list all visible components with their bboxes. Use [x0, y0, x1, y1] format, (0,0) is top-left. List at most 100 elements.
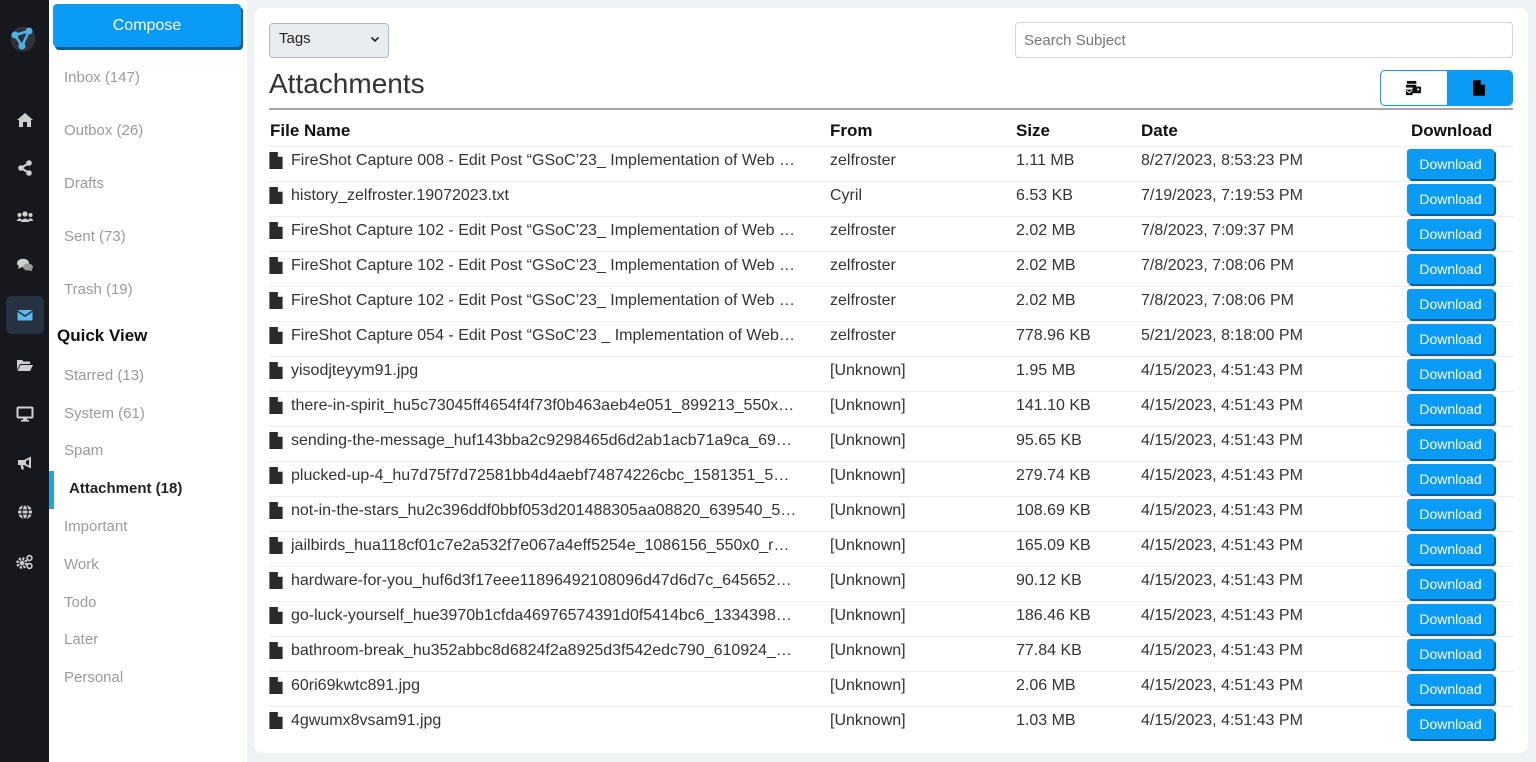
- download-button[interactable]: Download: [1407, 254, 1494, 284]
- table-row[interactable]: hardware-for-you_huf6d3f17eee11896492108…: [269, 566, 1514, 601]
- file-name[interactable]: FireShot Capture 102 - Edit Post “GSoC’2…: [291, 257, 827, 275]
- download-button[interactable]: Download: [1407, 219, 1494, 249]
- file-name[interactable]: 60ri69kwtc891.jpg: [291, 677, 827, 695]
- rail-home[interactable]: [6, 101, 44, 139]
- folder-trash[interactable]: Trash (19): [64, 281, 133, 298]
- rail-settings[interactable]: [6, 543, 44, 581]
- view-toggle: [1380, 70, 1513, 106]
- tags-select[interactable]: Tags: [269, 23, 389, 58]
- download-button[interactable]: Download: [1407, 569, 1494, 599]
- download-button[interactable]: Download: [1407, 709, 1494, 739]
- file-name[interactable]: history_zelfroster.19072023.txt: [291, 187, 827, 205]
- download-button[interactable]: Download: [1407, 604, 1494, 634]
- table-row[interactable]: there-in-spirit_hu5c73045ff4654f4f73f0b4…: [269, 391, 1514, 426]
- table-row[interactable]: 60ri69kwtc891.jpg [Unknown] 2.06 MB 4/15…: [269, 671, 1514, 706]
- sender: zelfroster: [830, 327, 896, 344]
- column-date[interactable]: Date: [1141, 121, 1178, 141]
- quick-view-starred[interactable]: Starred (13): [64, 367, 144, 384]
- rail-mail[interactable]: [6, 296, 44, 334]
- download-button[interactable]: Download: [1407, 359, 1494, 389]
- file-name[interactable]: not-in-the-stars_hu2c396ddf0bbf053d20148…: [291, 502, 827, 520]
- file-name[interactable]: yisodjteyym91.jpg: [291, 362, 827, 380]
- table-row[interactable]: FireShot Capture 054 - Edit Post “GSoC’2…: [269, 321, 1514, 356]
- file-size: 141.10 KB: [1016, 397, 1091, 414]
- file-name[interactable]: there-in-spirit_hu5c73045ff4654f4f73f0b4…: [291, 397, 827, 415]
- column-size[interactable]: Size: [1016, 121, 1050, 141]
- view-mail-button[interactable]: [1381, 71, 1447, 105]
- file-name[interactable]: FireShot Capture 008 - Edit Post “GSoC’2…: [291, 152, 827, 170]
- table-row[interactable]: 4gwumx8vsam91.jpg [Unknown] 1.03 MB 4/15…: [269, 706, 1514, 741]
- quick-view-personal[interactable]: Personal: [64, 669, 123, 686]
- file-name[interactable]: sending-the-message_huf143bba2c9298465d6…: [291, 432, 827, 450]
- rail-users[interactable]: [6, 198, 44, 236]
- rail-folders[interactable]: [6, 346, 44, 384]
- folder-open-icon: [17, 360, 33, 371]
- file-name[interactable]: FireShot Capture 102 - Edit Post “GSoC’2…: [291, 222, 827, 240]
- file-name[interactable]: FireShot Capture 102 - Edit Post “GSoC’2…: [291, 292, 827, 310]
- folder-drafts[interactable]: Drafts: [64, 175, 104, 192]
- compose-button[interactable]: Compose: [53, 4, 241, 47]
- table-row[interactable]: plucked-up-4_hu7d75f7d72581bb4d4aebf7487…: [269, 461, 1514, 496]
- column-from[interactable]: From: [830, 121, 873, 141]
- file-name[interactable]: plucked-up-4_hu7d75f7d72581bb4d4aebf7487…: [291, 467, 827, 485]
- download-button[interactable]: Download: [1407, 674, 1494, 704]
- file-size: 2.02 MB: [1016, 222, 1076, 239]
- rail-announcements[interactable]: [6, 444, 44, 482]
- download-button[interactable]: Download: [1407, 429, 1494, 459]
- app-logo-icon[interactable]: [10, 26, 36, 52]
- quick-view-system[interactable]: System (61): [64, 405, 145, 422]
- folder-outbox[interactable]: Outbox (26): [64, 122, 143, 139]
- file-size: 77.84 KB: [1016, 642, 1082, 659]
- table-row[interactable]: FireShot Capture 102 - Edit Post “GSoC’2…: [269, 251, 1514, 286]
- rail-globe[interactable]: [6, 493, 44, 531]
- search-subject-input[interactable]: [1015, 22, 1513, 58]
- file-date: 4/15/2023, 4:51:43 PM: [1141, 397, 1303, 414]
- file-size: 108.69 KB: [1016, 502, 1091, 519]
- file-name[interactable]: FireShot Capture 054 - Edit Post “GSoC’2…: [291, 327, 827, 345]
- column-file-name[interactable]: File Name: [270, 121, 350, 141]
- quick-view-spam[interactable]: Spam: [64, 442, 103, 459]
- download-button[interactable]: Download: [1407, 324, 1494, 354]
- table-row[interactable]: FireShot Capture 102 - Edit Post “GSoC’2…: [269, 286, 1514, 321]
- download-button[interactable]: Download: [1407, 464, 1494, 494]
- table-row[interactable]: not-in-the-stars_hu2c396ddf0bbf053d20148…: [269, 496, 1514, 531]
- rail-desktop[interactable]: [6, 395, 44, 433]
- rail-share[interactable]: [6, 149, 44, 187]
- envelope-icon: [17, 310, 33, 321]
- cogs-icon: [16, 554, 33, 570]
- download-button[interactable]: Download: [1407, 639, 1494, 669]
- file-name[interactable]: hardware-for-you_huf6d3f17eee11896492108…: [291, 572, 827, 590]
- table-row[interactable]: yisodjteyym91.jpg [Unknown] 1.95 MB 4/15…: [269, 356, 1514, 391]
- quick-view-todo[interactable]: Todo: [64, 594, 97, 611]
- file-name[interactable]: jailbirds_hua118cf01c7e2a532f7e067a4eff5…: [291, 537, 827, 555]
- quick-view-later[interactable]: Later: [64, 631, 98, 648]
- table-row[interactable]: bathroom-break_hu352abbc8d6824f2a8925d3f…: [269, 636, 1514, 671]
- folder-inbox[interactable]: Inbox (147): [64, 69, 140, 86]
- folder-sent[interactable]: Sent (73): [64, 228, 126, 245]
- table-row[interactable]: sending-the-message_huf143bba2c9298465d6…: [269, 426, 1514, 461]
- file-date: 4/15/2023, 4:51:43 PM: [1141, 467, 1303, 484]
- table-row[interactable]: jailbirds_hua118cf01c7e2a532f7e067a4eff5…: [269, 531, 1514, 566]
- attachments-panel: Tags Attachments File Name From Size Dat…: [254, 8, 1528, 753]
- download-button[interactable]: Download: [1407, 289, 1494, 319]
- file-name[interactable]: 4gwumx8vsam91.jpg: [291, 712, 827, 730]
- download-button[interactable]: Download: [1407, 499, 1494, 529]
- download-button[interactable]: Download: [1407, 534, 1494, 564]
- file-date: 5/21/2023, 8:18:00 PM: [1141, 327, 1303, 344]
- file-name[interactable]: go-luck-yourself_hue3970b1cfda4697657439…: [291, 607, 827, 625]
- table-row[interactable]: go-luck-yourself_hue3970b1cfda4697657439…: [269, 601, 1514, 636]
- file-name[interactable]: bathroom-break_hu352abbc8d6824f2a8925d3f…: [291, 642, 827, 660]
- download-button[interactable]: Download: [1407, 394, 1494, 424]
- table-row[interactable]: history_zelfroster.19072023.txt Cyril 6.…: [269, 181, 1514, 216]
- quick-view-work[interactable]: Work: [64, 556, 99, 573]
- table-row[interactable]: FireShot Capture 008 - Edit Post “GSoC’2…: [269, 146, 1514, 181]
- file-date: 4/15/2023, 4:51:43 PM: [1141, 537, 1303, 554]
- rail-chat[interactable]: [6, 246, 44, 284]
- view-attachments-button[interactable]: [1446, 71, 1512, 105]
- quick-view-important[interactable]: Important: [64, 518, 127, 535]
- download-button[interactable]: Download: [1407, 184, 1494, 214]
- download-button[interactable]: Download: [1407, 149, 1494, 179]
- file-icon: [269, 292, 283, 309]
- quick-view-attachment[interactable]: Attachment (18): [69, 480, 182, 497]
- table-row[interactable]: FireShot Capture 102 - Edit Post “GSoC’2…: [269, 216, 1514, 251]
